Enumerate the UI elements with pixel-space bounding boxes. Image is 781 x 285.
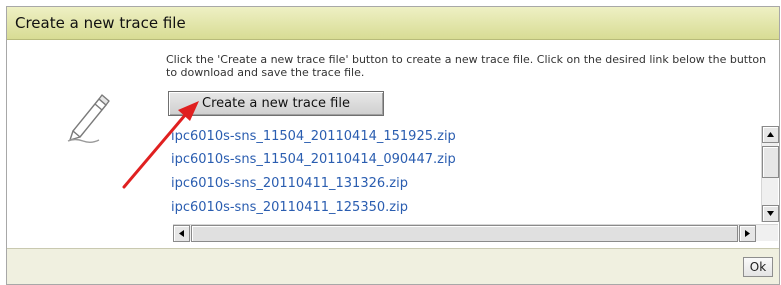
scroll-right-button[interactable]	[739, 225, 756, 242]
create-trace-file-button[interactable]: Create a new trace file	[168, 91, 384, 116]
trace-file-link[interactable]: ipc6010s-sns_20110411_131326.zip	[171, 176, 408, 191]
dialog-title-bar: Create a new trace file	[7, 7, 779, 40]
scroll-up-button[interactable]	[762, 126, 779, 143]
vertical-scroll-thumb[interactable]	[762, 146, 779, 178]
horizontal-scroll-thumb[interactable]	[191, 225, 738, 242]
instructions-text: Click the 'Create a new trace file' butt…	[166, 53, 767, 79]
trace-file-link[interactable]: ipc6010s-sns_20110411_125350.zip	[171, 200, 408, 215]
trace-file-list: ipc6010s-sns_11504_20110414_151925.zip i…	[164, 120, 779, 242]
dialog-title: Create a new trace file	[15, 14, 186, 32]
trace-file-dialog: Create a new trace file Click the 'Creat…	[6, 6, 780, 285]
scroll-left-button[interactable]	[173, 225, 190, 242]
ok-button[interactable]: Ok	[743, 257, 773, 277]
arrow-up-icon	[767, 132, 774, 137]
arrow-left-icon	[179, 230, 184, 237]
trace-file-link[interactable]: ipc6010s-sns_11504_20110414_090447.zip	[171, 152, 456, 167]
vertical-scrollbar[interactable]	[761, 126, 779, 222]
trace-file-link[interactable]: ipc6010s-sns_11504_20110414_151925.zip	[171, 129, 456, 144]
arrow-down-icon	[767, 211, 774, 216]
pencil-icon	[67, 94, 110, 143]
arrow-right-icon	[745, 230, 750, 237]
horizontal-scrollbar[interactable]	[173, 224, 778, 242]
dialog-footer: Ok	[7, 248, 779, 284]
scroll-down-button[interactable]	[762, 205, 779, 222]
